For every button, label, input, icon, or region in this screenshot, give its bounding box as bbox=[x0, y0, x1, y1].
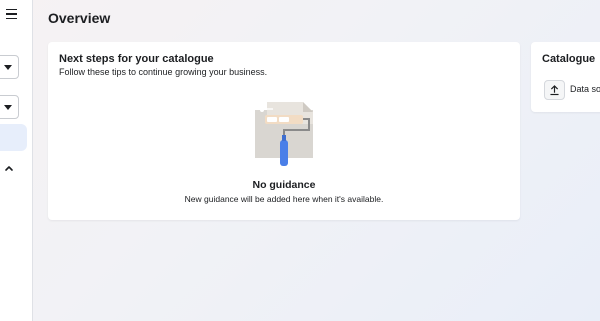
catalogue-card: Catalogue Data so bbox=[531, 42, 600, 112]
upload-button[interactable] bbox=[544, 80, 565, 100]
page-title: Overview bbox=[48, 10, 111, 26]
hamburger-icon[interactable] bbox=[6, 6, 22, 22]
sidebar-dropdown-1[interactable] bbox=[0, 55, 19, 79]
chevron-up-icon[interactable] bbox=[4, 163, 14, 173]
card-title: Next steps for your catalogue bbox=[59, 53, 214, 65]
next-steps-card: Next steps for your catalogue Follow the… bbox=[48, 42, 520, 220]
sidebar-dropdown-2[interactable] bbox=[0, 95, 19, 119]
sidebar-item-active[interactable] bbox=[0, 124, 27, 151]
sidebar bbox=[0, 0, 33, 321]
caret-down-icon bbox=[4, 65, 12, 70]
empty-state-description: New guidance will be added here when it'… bbox=[184, 194, 384, 204]
card-subtitle: Follow these tips to continue growing yo… bbox=[59, 67, 268, 77]
empty-state-title: No guidance bbox=[252, 179, 316, 191]
card-header: Next steps for your catalogue Follow the… bbox=[59, 53, 267, 77]
catalogue-card-title: Catalogue bbox=[542, 53, 596, 65]
paint-roller-illustration bbox=[255, 102, 313, 166]
upload-icon bbox=[550, 85, 559, 96]
caret-down-icon bbox=[4, 105, 12, 110]
data-sources-link[interactable]: Data so bbox=[570, 84, 600, 94]
